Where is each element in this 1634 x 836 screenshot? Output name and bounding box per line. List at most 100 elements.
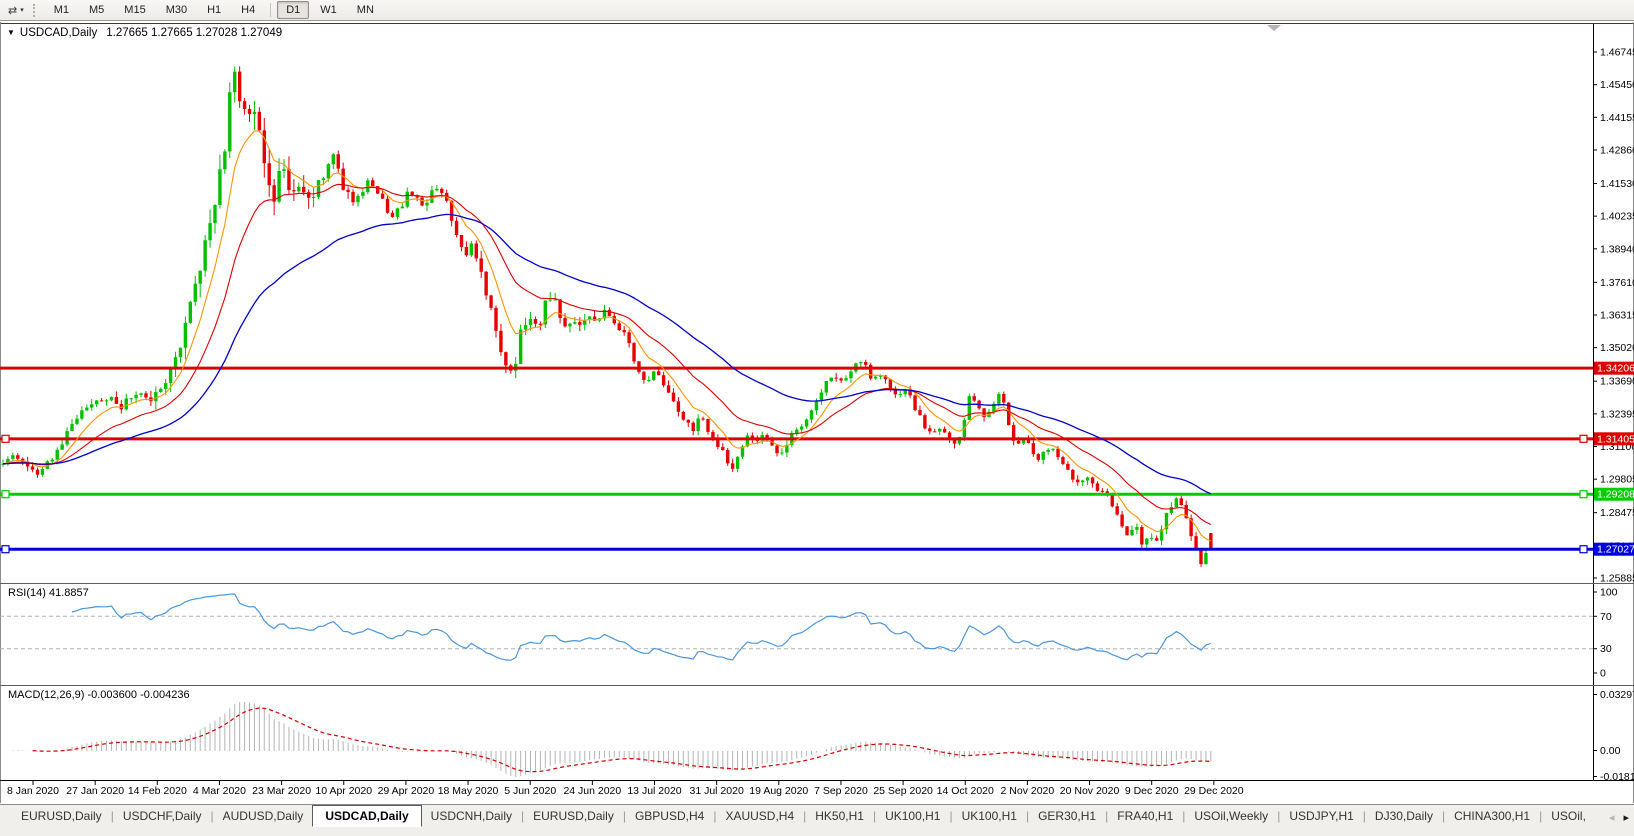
macd-axis-label: -0.01815 bbox=[1600, 771, 1634, 783]
date-axis-label: 27 Jan 2020 bbox=[66, 785, 124, 797]
tab-usdchf-daily[interactable]: USDCHF,Daily bbox=[114, 805, 211, 826]
date-axis: 8 Jan 2020 27 Jan 2020 14 Feb 2020 4 Mar 20… bbox=[7, 780, 1244, 797]
macd-indicator-label: MACD(12,26,9) -0.003600 -0.004236 bbox=[8, 689, 190, 701]
date-axis-label: 9 Dec 2020 bbox=[1125, 785, 1179, 797]
date-axis-label: 31 Jul 2020 bbox=[690, 785, 744, 797]
price-marker-label: 1.34206 bbox=[1597, 363, 1634, 375]
price-axis-label: 1.44155 bbox=[1600, 112, 1634, 124]
ma-slow-line bbox=[2, 213, 1212, 495]
date-axis-label: 13 Jul 2020 bbox=[627, 785, 681, 797]
rsi-axis-label: 70 bbox=[1600, 611, 1612, 623]
date-axis-label: 18 May 2020 bbox=[438, 785, 499, 797]
tab-eurusd-daily[interactable]: EURUSD,Daily bbox=[524, 805, 623, 826]
date-axis-label: 10 Apr 2020 bbox=[315, 785, 372, 797]
tab-dj30-daily[interactable]: DJ30,Daily bbox=[1366, 805, 1442, 826]
tab-scroll-right-icon[interactable]: ▸ bbox=[1623, 811, 1629, 824]
date-axis-label: 8 Jan 2020 bbox=[7, 785, 59, 797]
crosshair-arrows-icon: ⇄ bbox=[8, 4, 18, 17]
chart-symbol-label: USDCAD,Daily bbox=[19, 27, 98, 39]
macd-histogram bbox=[12, 701, 1212, 777]
date-axis-label: 29 Dec 2020 bbox=[1184, 785, 1244, 797]
tab-china300-h1[interactable]: CHINA300,H1 bbox=[1445, 805, 1539, 826]
price-axis-label: 1.29805 bbox=[1600, 474, 1634, 486]
date-axis-label: 2 Nov 2020 bbox=[1001, 785, 1055, 797]
line-drag-handle[interactable] bbox=[1, 434, 10, 443]
tab-xauusd-h4[interactable]: XAUUSD,H4 bbox=[716, 805, 803, 826]
timeframe-button-m1[interactable]: M1 bbox=[45, 1, 78, 19]
chart-canvas[interactable]: 1.46745 1.45450 1.44155 1.42860 1.41530 1.402… bbox=[0, 0, 1634, 804]
tab-uk100-h1[interactable]: UK100,H1 bbox=[953, 805, 1026, 826]
tab-scroll-controls: ◂ ▸ bbox=[1609, 811, 1629, 824]
macd-signal-line bbox=[32, 707, 1211, 773]
horizontal-line-objects[interactable] bbox=[0, 366, 1593, 554]
tab-usdjpy-h1[interactable]: USDJPY,H1 bbox=[1280, 805, 1362, 826]
tab-scroll-left-icon[interactable]: ◂ bbox=[1609, 811, 1615, 824]
line-drag-handle[interactable] bbox=[1, 490, 10, 499]
timeframe-button-m15[interactable]: M15 bbox=[115, 1, 154, 19]
top-toolbar: ⇄ ▾ M1 M5 M15 M30 H1 H4 D1 W1 MN bbox=[0, 0, 1634, 21]
tab-audusd-daily[interactable]: AUDUSD,Daily bbox=[214, 805, 313, 826]
rsi-line bbox=[71, 593, 1211, 661]
chevron-down-icon: ▾ bbox=[20, 7, 24, 14]
chart-title: ▼ USDCAD,Daily 1.27665 1.27665 1.27028 1.2… bbox=[7, 27, 282, 39]
date-axis-label: 20 Nov 2020 bbox=[1060, 785, 1120, 797]
timeframe-button-m30[interactable]: M30 bbox=[157, 1, 196, 19]
tab-usoil-weekly[interactable]: USOil,Weekly bbox=[1185, 805, 1277, 826]
tab-fra40-h1[interactable]: FRA40,H1 bbox=[1108, 805, 1182, 826]
timeframe-button-mn[interactable]: MN bbox=[348, 1, 383, 19]
tab-ger30-h1[interactable]: GER30,H1 bbox=[1029, 805, 1105, 826]
tab-usdcad-daily[interactable]: USDCAD,Daily bbox=[312, 805, 422, 827]
price-axis-label: 1.37610 bbox=[1600, 277, 1634, 289]
chart-ohlc-values: 1.27665 1.27665 1.27028 1.27049 bbox=[106, 27, 283, 39]
price-axis-label: 1.25885 bbox=[1600, 573, 1634, 585]
date-axis-label: 24 Jun 2020 bbox=[563, 785, 621, 797]
line-drag-handle[interactable] bbox=[1, 545, 10, 554]
date-axis-label: 29 Apr 2020 bbox=[378, 785, 435, 797]
price-axis-label: 1.35020 bbox=[1600, 342, 1634, 354]
rsi-axis-label: 30 bbox=[1600, 643, 1612, 655]
timeframe-button-w1[interactable]: W1 bbox=[311, 1, 346, 19]
tab-eurusd-daily[interactable]: EURUSD,Daily bbox=[12, 805, 111, 826]
date-axis-label: 5 Jun 2020 bbox=[504, 785, 556, 797]
price-axis-label: 1.28475 bbox=[1600, 507, 1634, 519]
price-axis-label: 1.41530 bbox=[1600, 178, 1634, 190]
collapse-triangle-icon: ▼ bbox=[7, 28, 15, 37]
price-axis-label: 1.32395 bbox=[1600, 408, 1634, 420]
toolbar-separator bbox=[270, 3, 272, 17]
chart-tab-bar: EURUSD,Daily | USDCHF,Daily | AUDUSD,Daily US… bbox=[0, 804, 1634, 836]
tab-usoil[interactable]: USOil, bbox=[1542, 805, 1595, 826]
date-axis-label: 19 Aug 2020 bbox=[749, 785, 808, 797]
chart-frame bbox=[0, 22, 1634, 803]
macd-axis: 0.032972 0.00 -0.01815 bbox=[1593, 689, 1634, 783]
timeframe-button-h4[interactable]: H4 bbox=[232, 1, 264, 19]
rsi-indicator-label: RSI(14) 41.8857 bbox=[8, 587, 89, 599]
timeframe-button-group: M1 M5 M15 M30 H1 H4 D1 W1 MN bbox=[44, 0, 384, 21]
cursor-tool-button[interactable]: ⇄ ▾ bbox=[5, 3, 27, 18]
axis-price-markers: 1.34206 1.31405 1.29208 1.27027 bbox=[1594, 361, 1634, 556]
chart-tabs: EURUSD,Daily | USDCHF,Daily | AUDUSD,Daily US… bbox=[0, 805, 1604, 829]
date-axis-label: 23 Mar 2020 bbox=[252, 785, 311, 797]
line-drag-handle[interactable] bbox=[1579, 490, 1588, 499]
line-drag-handle[interactable] bbox=[1579, 434, 1588, 443]
line-drag-handle[interactable] bbox=[1579, 545, 1588, 554]
rsi-axis-label: 100 bbox=[1600, 587, 1618, 599]
tab-uk100-h1[interactable]: UK100,H1 bbox=[876, 805, 949, 826]
price-axis-label: 1.36315 bbox=[1600, 310, 1634, 322]
price-marker-label: 1.27027 bbox=[1597, 544, 1634, 556]
date-axis-label: 14 Feb 2020 bbox=[128, 785, 187, 797]
price-axis-label: 1.46745 bbox=[1600, 47, 1634, 59]
timeframe-button-h1[interactable]: H1 bbox=[198, 1, 230, 19]
price-marker-label: 1.31405 bbox=[1597, 433, 1634, 445]
tab-gbpusd-h4[interactable]: GBPUSD,H4 bbox=[626, 805, 713, 826]
chart-shift-marker-icon[interactable] bbox=[1267, 25, 1281, 31]
ma-mid-line bbox=[2, 183, 1212, 525]
tab-hk50-h1[interactable]: HK50,H1 bbox=[806, 805, 873, 826]
tab-usdcnh-daily[interactable]: USDCNH,Daily bbox=[422, 805, 521, 826]
price-axis-label: 1.40235 bbox=[1600, 211, 1634, 223]
timeframe-button-m5[interactable]: M5 bbox=[80, 1, 113, 19]
price-axis-label: 1.38940 bbox=[1600, 243, 1634, 255]
price-axis-label: 1.45450 bbox=[1600, 79, 1634, 91]
date-axis-label: 25 Sep 2020 bbox=[873, 785, 933, 797]
timeframe-button-d1[interactable]: D1 bbox=[277, 1, 310, 19]
price-axis-label: 1.42860 bbox=[1600, 144, 1634, 156]
